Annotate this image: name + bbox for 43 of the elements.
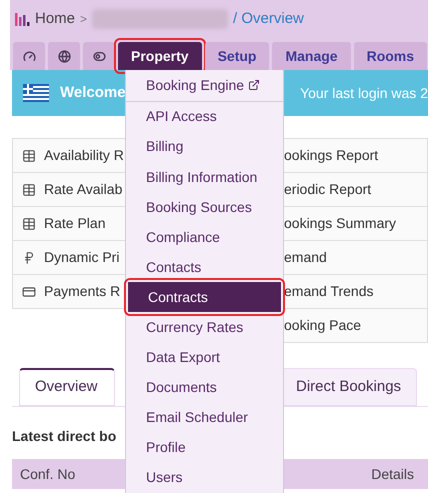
breadcrumb-separator: > — [80, 11, 88, 28]
toggle-icon — [92, 50, 106, 62]
menu-item[interactable]: Email Scheduler — [126, 402, 283, 433]
menu-item[interactable]: Compliance — [126, 222, 283, 252]
credit-card-icon — [22, 284, 36, 298]
logo-icon — [14, 11, 30, 27]
icon-tab[interactable] — [48, 42, 80, 70]
table-icon — [22, 216, 36, 230]
menu-item[interactable]: Booking Engine — [126, 70, 283, 102]
column-header: Conf. No — [20, 464, 76, 484]
nav-tab[interactable]: Rooms — [354, 42, 428, 70]
menu-item[interactable]: Data Export — [126, 342, 283, 373]
ruble-icon — [22, 250, 36, 264]
menu-item[interactable]: Users — [126, 462, 283, 493]
menu-item[interactable]: Documents — [126, 372, 283, 403]
menu-item[interactable]: Profile — [126, 432, 283, 463]
content-tab[interactable]: Overview — [19, 368, 115, 406]
column-header: Details — [371, 464, 414, 484]
menu-item[interactable]: Booking Sources — [126, 192, 283, 222]
flag-icon — [23, 84, 49, 102]
report-link[interactable]: ookings Report — [284, 138, 428, 173]
report-link[interactable]: emand Trends — [284, 274, 428, 309]
nav-tab[interactable]: Manage — [272, 42, 351, 70]
report-link[interactable]: emand — [284, 240, 428, 275]
home-link[interactable]: Home — [35, 8, 76, 30]
menu-item[interactable]: Currency Rates — [126, 312, 283, 343]
globe-icon — [58, 50, 70, 62]
welcome-text: Welcome — [60, 82, 126, 103]
icon-tab[interactable] — [83, 42, 115, 70]
table-icon — [22, 182, 36, 196]
report-link[interactable]: ooking Pace — [284, 308, 428, 343]
menu-item[interactable]: Billing Information — [126, 162, 283, 192]
report-link[interactable]: ookings Summary — [284, 206, 428, 241]
icon-tab[interactable] — [13, 42, 45, 70]
report-link[interactable]: eriodic Report — [284, 172, 428, 207]
external-link-icon — [248, 79, 260, 92]
menu-item[interactable]: API Access — [126, 102, 283, 132]
last-login-text: Your last login was 2 — [300, 84, 428, 103]
nav-tab[interactable]: Setup — [204, 42, 270, 70]
gauge-icon — [22, 50, 36, 62]
menu-item[interactable]: Billing — [126, 132, 283, 162]
menu-item[interactable]: Contacts — [126, 252, 283, 282]
table-icon — [22, 148, 36, 162]
